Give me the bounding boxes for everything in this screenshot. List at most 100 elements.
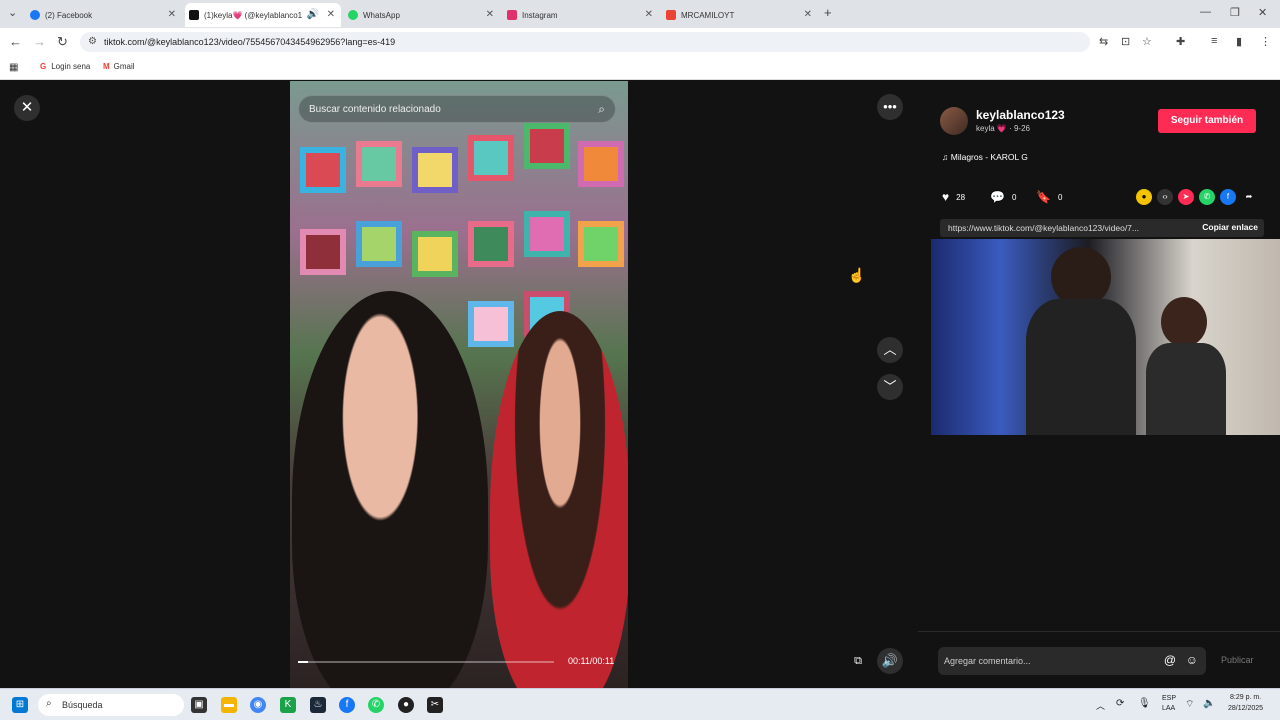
floating-player-icon[interactable]: ⧉ xyxy=(845,648,871,674)
volume-tray-icon[interactable]: 🔈 xyxy=(1203,698,1215,709)
tab-instagram[interactable]: Instagram ✕ xyxy=(503,3,659,27)
avatar[interactable] xyxy=(940,107,968,135)
backdrop-square xyxy=(524,123,570,169)
extensions-icon[interactable]: ✚ xyxy=(1176,35,1185,48)
minimize-icon[interactable]: — xyxy=(1200,6,1211,18)
whatsapp-app-icon[interactable]: ✆ xyxy=(368,697,384,713)
facebook-app-icon[interactable]: f xyxy=(339,697,355,713)
close-tab-icon[interactable]: ✕ xyxy=(645,9,653,20)
clock-date[interactable]: 28/12/2025 xyxy=(1228,705,1263,712)
emoji-icon[interactable]: ☺ xyxy=(1186,653,1198,667)
app-k-icon[interactable]: K xyxy=(280,697,296,713)
search-placeholder: Buscar contenido relacionado xyxy=(309,103,441,115)
music-link[interactable]: ♫ Milagros - KAROL G xyxy=(942,152,1028,162)
close-tab-icon[interactable]: ✕ xyxy=(486,9,494,20)
next-video-icon[interactable]: ﹀ xyxy=(877,374,903,400)
new-tab-icon[interactable]: + xyxy=(824,5,832,20)
back-icon[interactable]: ← xyxy=(9,34,22,49)
wifi-icon[interactable]: ⌔ xyxy=(1185,698,1194,711)
tab-whatsapp[interactable]: WhatsApp ✕ xyxy=(344,3,500,27)
restore-icon[interactable]: ❐ xyxy=(1230,6,1240,19)
comment-button[interactable]: 💬 0 xyxy=(990,190,1016,204)
follow-button[interactable]: Seguir también xyxy=(1158,109,1256,133)
comment-icon: 💬 xyxy=(990,190,1005,204)
address-bar[interactable]: ⚙ tiktok.com/@keylablanco123/video/75545… xyxy=(80,32,1090,52)
person-body xyxy=(1146,343,1226,435)
whatsapp-share-icon[interactable]: ✆ xyxy=(1199,189,1215,205)
video-details-panel: keylablanco123 keyla 💗 · 9-26 Seguir tam… xyxy=(918,81,1280,688)
apps-grid-icon[interactable]: ▦ xyxy=(9,62,18,73)
more-options-icon[interactable]: ••• xyxy=(877,94,903,120)
profile-icon[interactable]: ▮ xyxy=(1236,35,1242,48)
bookmark-gmail[interactable]: M Gmail xyxy=(103,62,135,71)
close-tab-icon[interactable]: ✕ xyxy=(804,9,812,20)
windows-taskbar: ⊞ ⌕ Búsqueda ▣ ▬ ◉ K ♨ f ✆ ● ✂ ︿ ⟳ 🎙 ESP… xyxy=(0,688,1280,720)
search-icon[interactable]: ⌕ xyxy=(598,102,605,117)
gmail-icon: M xyxy=(103,62,110,71)
author-username[interactable]: keylablanco123 xyxy=(976,108,1065,122)
install-icon[interactable]: ⊡ xyxy=(1121,35,1130,48)
search-icon: ⌕ xyxy=(46,698,52,709)
speaker-icon[interactable]: 🔊 xyxy=(307,9,319,20)
person-left xyxy=(292,291,488,688)
close-window-icon[interactable]: ✕ xyxy=(1258,6,1267,19)
related-search-input[interactable]: Buscar contenido relacionado ⌕ xyxy=(298,95,616,123)
facebook-share-icon[interactable]: f xyxy=(1220,189,1236,205)
send-icon[interactable]: ➤ xyxy=(1178,189,1194,205)
mention-icon[interactable]: @ xyxy=(1164,653,1176,667)
url-text: tiktok.com/@keylablanco123/video/7554567… xyxy=(104,37,396,47)
media-icon[interactable]: ≡ xyxy=(1211,35,1217,47)
chrome-icon[interactable]: ◉ xyxy=(250,697,266,713)
post-date: 9-26 xyxy=(1013,124,1030,133)
tray-mic-icon[interactable]: 🎙 xyxy=(1138,698,1151,709)
menu-icon[interactable]: ⋮ xyxy=(1260,35,1271,48)
windows-start-icon[interactable]: ⊞ xyxy=(12,697,28,713)
tab-facebook[interactable]: (2) Facebook ✕ xyxy=(26,3,182,27)
capcut-icon[interactable]: ✂ xyxy=(427,697,443,713)
bookmark-login-sena[interactable]: G Login sena xyxy=(40,62,90,71)
task-view-icon[interactable]: ▣ xyxy=(191,697,207,713)
app-icon[interactable]: ● xyxy=(398,697,414,713)
like-button[interactable]: ♥ 28 xyxy=(942,190,965,204)
video-progress-bar[interactable] xyxy=(298,661,554,663)
steam-icon[interactable]: ♨ xyxy=(310,697,326,713)
share-arrow-icon[interactable]: ➦ xyxy=(1241,189,1257,205)
backdrop-square xyxy=(524,211,570,257)
reload-icon[interactable]: ↻ xyxy=(57,34,68,50)
close-tab-icon[interactable]: ✕ xyxy=(327,9,335,20)
comment-input[interactable]: Agregar comentario... @ ☺ xyxy=(938,647,1206,675)
tab-mrcamiloyt[interactable]: MRCAMILOYT ✕ xyxy=(662,3,818,27)
floating-video-preview[interactable] xyxy=(931,239,1280,435)
close-tab-icon[interactable]: ✕ xyxy=(168,9,176,20)
tray-chevron-icon[interactable]: ︿ xyxy=(1096,699,1105,712)
video-frame[interactable]: Buscar contenido relacionado ⌕ 00:11/00:… xyxy=(290,81,628,688)
volume-icon[interactable]: 🔊 xyxy=(877,648,903,674)
clock-time[interactable]: 8:29 p. m. xyxy=(1230,694,1261,701)
previous-video-icon[interactable]: ︿ xyxy=(877,337,903,363)
tiktok-player: ✕ Buscar contenido relacionado ⌕ 00:11/0… xyxy=(0,81,1280,688)
publish-button[interactable]: Publicar xyxy=(1221,655,1254,665)
coin-icon[interactable]: ● xyxy=(1136,189,1152,205)
lang-bottom[interactable]: LAA xyxy=(1162,705,1175,712)
embed-icon[interactable]: ‹› xyxy=(1157,189,1173,205)
backdrop-square xyxy=(468,135,514,181)
person-head xyxy=(1161,297,1207,347)
tab-tiktok[interactable]: (1)keyla💗 (@keylablanco1 🔊 ✕ xyxy=(185,3,341,27)
close-icon[interactable]: ✕ xyxy=(14,95,40,121)
copy-link-button[interactable]: Copiar enlace xyxy=(1202,222,1258,232)
bookmark-star-icon[interactable]: ☆ xyxy=(1142,35,1152,48)
forward-icon[interactable]: → xyxy=(33,34,46,49)
save-button[interactable]: 🔖 0 xyxy=(1036,190,1062,204)
tab-search-icon[interactable]: ⌄ xyxy=(8,6,17,19)
tray-sync-icon[interactable]: ⟳ xyxy=(1116,698,1124,709)
lang-top[interactable]: ESP xyxy=(1162,695,1176,702)
taskbar-search[interactable]: ⌕ Búsqueda xyxy=(38,694,184,716)
site-info-icon[interactable]: ⚙ xyxy=(88,36,97,47)
progress-fill xyxy=(298,661,309,663)
share-link-text[interactable]: https://www.tiktok.com/@keylablanco123/v… xyxy=(948,223,1139,233)
share-link-bar: https://www.tiktok.com/@keylablanco123/v… xyxy=(940,219,1264,237)
translate-icon[interactable]: ⇆ xyxy=(1099,35,1108,48)
tab-label: MRCAMILOYT xyxy=(681,10,735,20)
file-explorer-icon[interactable]: ▬ xyxy=(221,697,237,713)
taskbar-search-label: Búsqueda xyxy=(62,700,103,710)
